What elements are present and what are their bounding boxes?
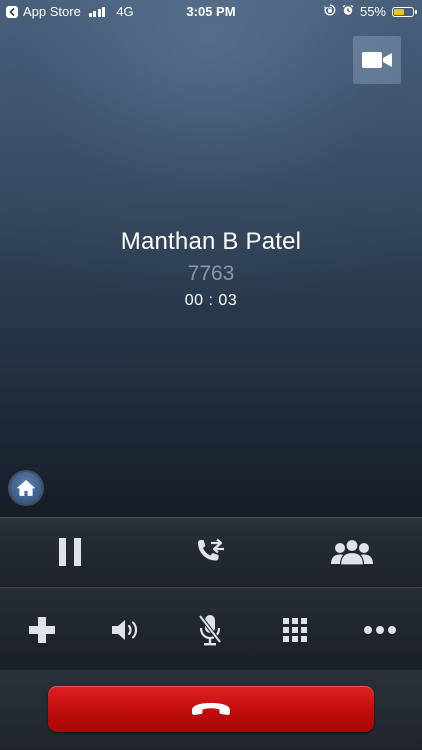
keypad-button[interactable] xyxy=(271,610,319,650)
more-options-icon xyxy=(364,626,396,634)
keypad-icon xyxy=(283,618,307,642)
call-controls-primary xyxy=(0,517,422,588)
end-call-button[interactable] xyxy=(48,686,374,732)
more-options-button[interactable] xyxy=(356,610,404,650)
conference-icon xyxy=(331,538,373,566)
battery-percent: 55% xyxy=(359,4,386,19)
conference-button[interactable] xyxy=(322,532,382,572)
home-button[interactable] xyxy=(10,472,42,504)
video-call-button[interactable] xyxy=(353,36,401,84)
hold-button[interactable] xyxy=(40,532,100,572)
call-transfer-icon xyxy=(198,538,224,561)
hang-up-icon xyxy=(192,703,230,715)
alarm-icon xyxy=(342,4,354,19)
speaker-icon xyxy=(112,620,138,640)
mute-mic-icon xyxy=(198,614,222,646)
orientation-lock-icon xyxy=(324,4,336,19)
battery-icon xyxy=(392,6,417,17)
video-camera-icon xyxy=(362,52,392,68)
status-bar: App Store 4G 3:05 PM 55% xyxy=(0,0,422,22)
caller-number: 7763 xyxy=(187,262,235,285)
mute-button[interactable] xyxy=(186,608,234,652)
speaker-button[interactable] xyxy=(102,610,150,650)
caller-name: Manthan B Patel xyxy=(120,228,302,255)
home-icon xyxy=(17,480,35,496)
status-right: 55% xyxy=(324,4,417,19)
call-screen: App Store 4G 3:05 PM 55% Manthan B Patel… xyxy=(0,0,422,750)
add-call-icon xyxy=(29,617,55,643)
caller-info: Manthan B Patel 7763 00 : 03 xyxy=(0,228,422,310)
call-duration: 00 : 03 xyxy=(184,292,238,309)
add-call-button[interactable] xyxy=(18,610,66,650)
pause-icon xyxy=(59,538,81,566)
call-controls-secondary xyxy=(0,587,422,671)
end-call-bar xyxy=(0,670,422,750)
transfer-call-button[interactable] xyxy=(180,532,240,572)
